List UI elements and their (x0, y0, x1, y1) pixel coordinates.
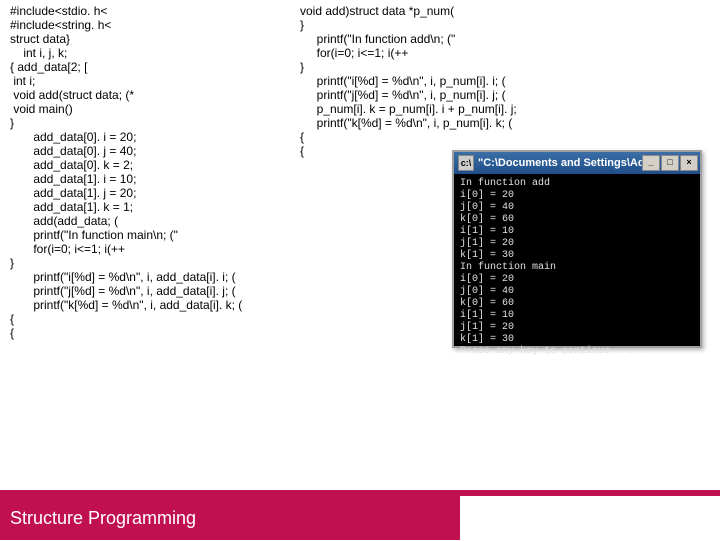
console-title: "C:\Documents and Settings\Administr... (478, 157, 642, 169)
footer: Structure Programming (0, 496, 460, 540)
code-block-left: #include<stdio. h< #include<string. h< s… (10, 4, 242, 340)
maximize-button[interactable]: □ (661, 155, 679, 171)
window-buttons: _ □ × (642, 155, 698, 171)
code-block-right: void add)struct data *p_num( } printf("I… (300, 4, 517, 158)
close-button[interactable]: × (680, 155, 698, 171)
footer-title: Structure Programming (0, 496, 460, 541)
console-titlebar[interactable]: c:\ "C:\Documents and Settings\Administr… (454, 152, 700, 174)
console-output: In function add i[0] = 20 j[0] = 40 k[0]… (454, 174, 700, 362)
minimize-button[interactable]: _ (642, 155, 660, 171)
cmd-icon: c:\ (458, 155, 474, 171)
console-window: c:\ "C:\Documents and Settings\Administr… (452, 150, 702, 348)
